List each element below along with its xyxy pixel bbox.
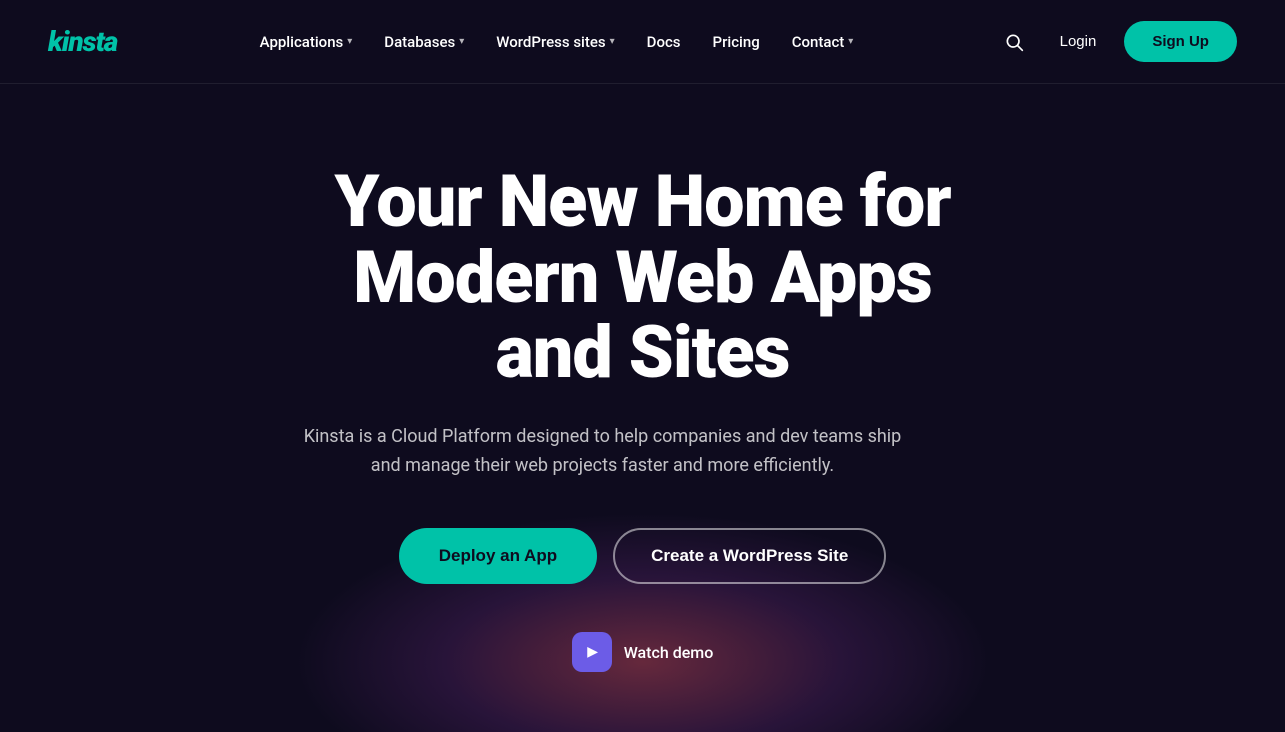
create-wordpress-button[interactable]: Create a WordPress Site bbox=[613, 528, 886, 584]
play-icon bbox=[572, 632, 612, 672]
nav-link-pricing[interactable]: Pricing bbox=[699, 25, 774, 59]
hero-section: Your New Home for Modern Web Apps and Si… bbox=[0, 84, 1285, 732]
search-icon bbox=[1004, 32, 1024, 52]
nav-links: Applications ▾ Databases ▾ WordPress sit… bbox=[246, 25, 868, 59]
logo-text: kinsta bbox=[48, 25, 117, 58]
hero-title: Your New Home for Modern Web Apps and Si… bbox=[293, 164, 993, 391]
logo[interactable]: kinsta bbox=[48, 25, 117, 58]
deploy-app-button[interactable]: Deploy an App bbox=[399, 528, 597, 584]
watch-demo-link[interactable]: Watch demo bbox=[293, 632, 993, 672]
nav-right: Login Sign Up bbox=[996, 21, 1237, 62]
nav-link-databases[interactable]: Databases ▾ bbox=[370, 25, 478, 59]
nav-link-contact[interactable]: Contact ▾ bbox=[778, 25, 868, 59]
nav-link-applications[interactable]: Applications ▾ bbox=[246, 25, 367, 59]
chevron-down-icon: ▾ bbox=[347, 36, 352, 47]
hero-buttons: Deploy an App Create a WordPress Site bbox=[293, 528, 993, 584]
chevron-down-icon: ▾ bbox=[459, 36, 464, 47]
watch-demo-text: Watch demo bbox=[624, 643, 714, 662]
search-button[interactable] bbox=[996, 24, 1032, 60]
login-button[interactable]: Login bbox=[1048, 25, 1109, 58]
hero-content: Your New Home for Modern Web Apps and Si… bbox=[293, 164, 993, 672]
chevron-down-icon: ▾ bbox=[610, 36, 615, 47]
main-nav: kinsta Applications ▾ Databases ▾ WordPr… bbox=[0, 0, 1285, 84]
nav-link-wordpress-sites[interactable]: WordPress sites ▾ bbox=[482, 25, 628, 59]
nav-link-docs[interactable]: Docs bbox=[633, 25, 695, 59]
chevron-down-icon: ▾ bbox=[848, 36, 853, 47]
hero-subtitle: Kinsta is a Cloud Platform designed to h… bbox=[293, 423, 913, 481]
signup-button[interactable]: Sign Up bbox=[1124, 21, 1237, 62]
